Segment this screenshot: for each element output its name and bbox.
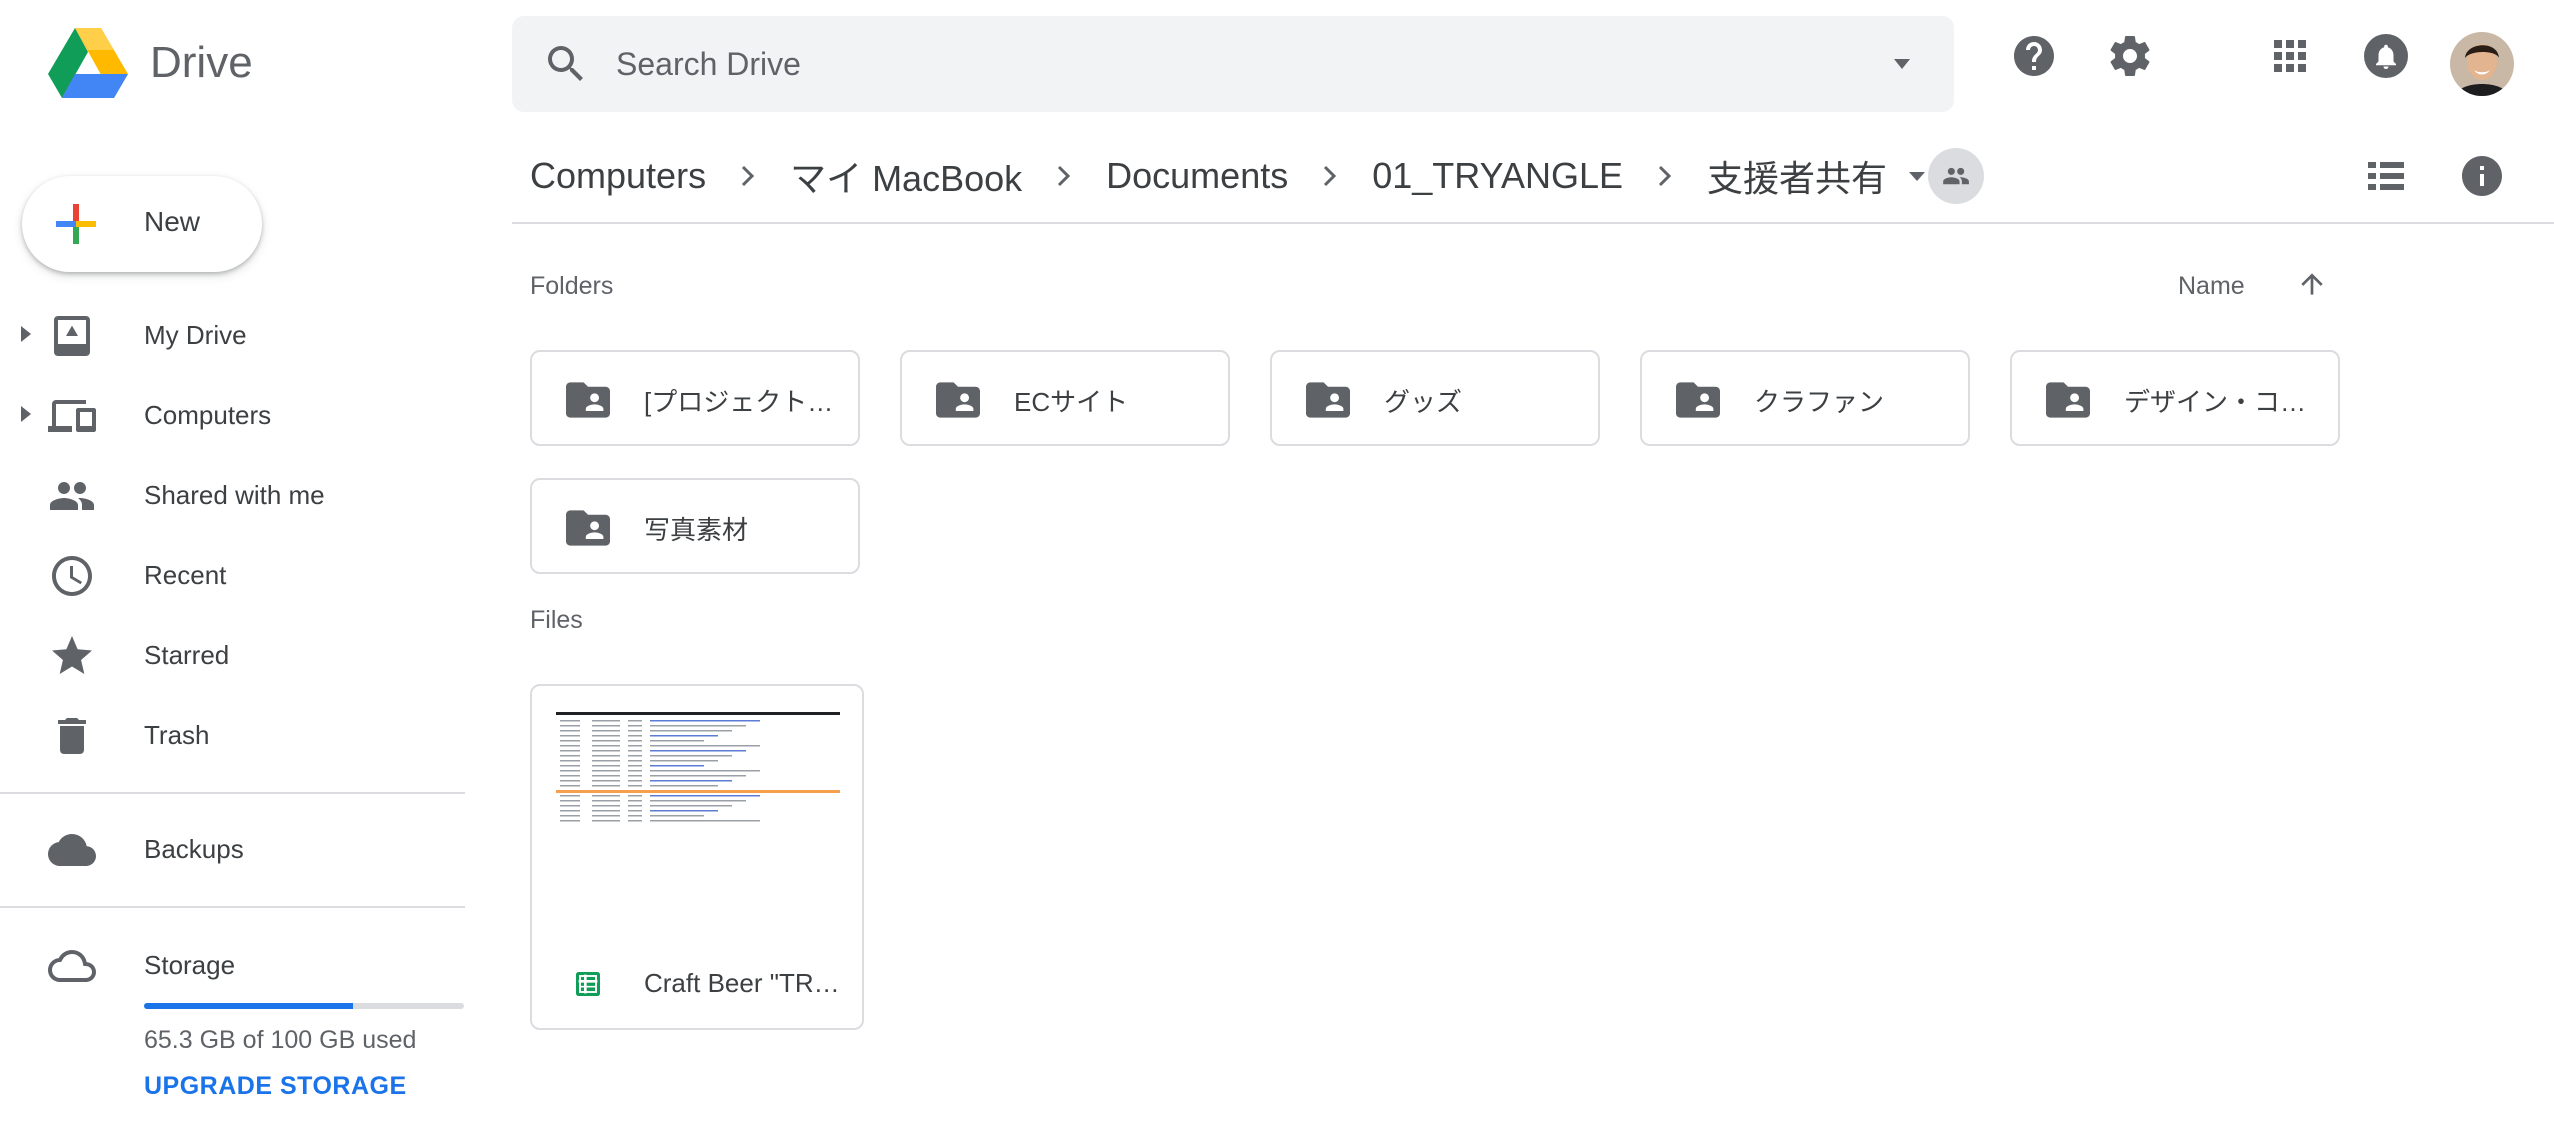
sidebar-item-label: Shared with me [144, 480, 325, 510]
sort-by-name-button[interactable]: Name [2178, 272, 2245, 301]
sidebar-item-label: Backups [144, 834, 244, 864]
chevron-right-icon [1058, 165, 1071, 187]
people-icon [1943, 167, 1969, 185]
new-button-label: New [144, 206, 201, 237]
expand-caret-icon[interactable] [18, 324, 34, 344]
search-input[interactable] [616, 16, 1816, 112]
file-card[interactable]: Craft Beer "TR… [530, 684, 864, 1030]
shared-folder-icon [2046, 382, 2090, 418]
settings-icon[interactable] [2106, 32, 2154, 80]
search-options-dropdown-icon[interactable] [1890, 52, 1914, 76]
shared-folder-icon [566, 382, 610, 418]
folder-tile[interactable]: 写真素材 [530, 478, 860, 574]
sidebar-item-storage[interactable]: Storage [0, 924, 465, 1004]
my-drive-icon [54, 316, 90, 356]
breadcrumb-item[interactable]: Computers [530, 155, 706, 197]
help-icon[interactable] [2010, 32, 2058, 80]
drive-logo-icon[interactable] [48, 28, 128, 100]
sidebar-item-shared-with-me[interactable]: Shared with me [0, 454, 465, 534]
folders-section-label: Folders [530, 272, 614, 300]
upgrade-storage-link[interactable]: UPGRADE STORAGE [144, 1072, 407, 1101]
trash-icon [58, 718, 86, 754]
star-icon [52, 636, 92, 674]
breadcrumb: Computers マイ MacBook Documents 01_TRYANG… [530, 146, 1929, 206]
search-icon[interactable] [542, 40, 590, 88]
storage-label: Storage [144, 950, 236, 980]
clock-icon [52, 556, 92, 596]
sidebar-item-recent[interactable]: Recent [0, 534, 465, 614]
sidebar-item-my-drive[interactable]: My Drive [0, 294, 465, 374]
sidebar-item-computers[interactable]: Computers [0, 374, 465, 454]
chevron-right-icon [742, 165, 755, 187]
search-bar[interactable] [512, 16, 1954, 112]
folder-menu-dropdown-icon[interactable] [1905, 164, 1929, 188]
shared-folder-icon [1306, 382, 1350, 418]
folder-tile[interactable]: ECサイト [900, 350, 1230, 446]
sidebar-item-label: Computers [144, 400, 272, 430]
shared-folder-icon [936, 382, 980, 418]
sidebar-item-label: Starred [144, 640, 230, 670]
sidebar-item-label: Trash [144, 720, 210, 750]
folder-tile[interactable]: クラファン [1640, 350, 1970, 446]
plus-icon [56, 204, 96, 244]
file-thumbnail [556, 712, 840, 828]
apps-icon[interactable] [2266, 32, 2314, 80]
cloud-icon [48, 834, 96, 866]
people-icon [50, 482, 94, 510]
arrow-up-icon[interactable] [2296, 268, 2328, 300]
breadcrumb-current-folder[interactable]: 支援者共有 [1707, 150, 1887, 202]
top-bar: Drive [0, 0, 2554, 128]
new-button[interactable]: New [22, 176, 262, 272]
sidebar-item-label: Recent [144, 560, 227, 590]
account-avatar[interactable] [2450, 32, 2514, 96]
storage-usage-fill [144, 1003, 353, 1009]
shared-folder-badge[interactable] [1928, 148, 1984, 204]
shared-folder-icon [1676, 382, 1720, 418]
files-section-label: Files [530, 606, 583, 634]
folder-name: 写真素材 [644, 515, 749, 545]
breadcrumb-item[interactable]: Documents [1106, 155, 1288, 197]
chevron-right-icon [1658, 165, 1672, 187]
sidebar-divider [0, 906, 465, 908]
notifications-icon[interactable] [2362, 32, 2410, 80]
folder-tile[interactable]: [プロジェクト… [530, 350, 860, 446]
expand-caret-icon[interactable] [18, 404, 34, 424]
folder-name: ECサイト [1014, 387, 1129, 417]
spreadsheet-icon [576, 972, 600, 996]
file-name: Craft Beer "TR… [644, 968, 840, 998]
sidebar-item-backups[interactable]: Backups [0, 808, 465, 888]
info-icon[interactable] [2458, 152, 2506, 200]
avatar-photo [2450, 32, 2514, 96]
folder-tile[interactable]: デザイン・コ… [2010, 350, 2340, 446]
folder-name: デザイン・コ… [2124, 387, 2307, 417]
sidebar-item-label: My Drive [144, 320, 247, 350]
breadcrumb-item[interactable]: マイ MacBook [790, 150, 1022, 202]
chevron-right-icon [1324, 165, 1337, 187]
cloud-outline-icon [48, 950, 96, 982]
folder-tile[interactable]: グッズ [1270, 350, 1600, 446]
storage-usage-bar [144, 1003, 464, 1009]
folder-name: [プロジェクト… [644, 387, 834, 417]
folder-name: グッズ [1384, 387, 1463, 417]
computers-icon [48, 400, 96, 432]
app-brand[interactable]: Drive [150, 38, 253, 88]
list-view-icon[interactable] [2362, 152, 2410, 200]
breadcrumb-item[interactable]: 01_TRYANGLE [1372, 155, 1623, 197]
sidebar-item-starred[interactable]: Starred [0, 614, 465, 694]
toolbar-divider [512, 222, 2554, 224]
shared-folder-icon [566, 510, 610, 546]
sidebar-item-trash[interactable]: Trash [0, 694, 465, 774]
folder-name: クラファン [1754, 387, 1885, 417]
storage-used-text: 65.3 GB of 100 GB used [144, 1026, 417, 1054]
sidebar-divider [0, 792, 465, 794]
